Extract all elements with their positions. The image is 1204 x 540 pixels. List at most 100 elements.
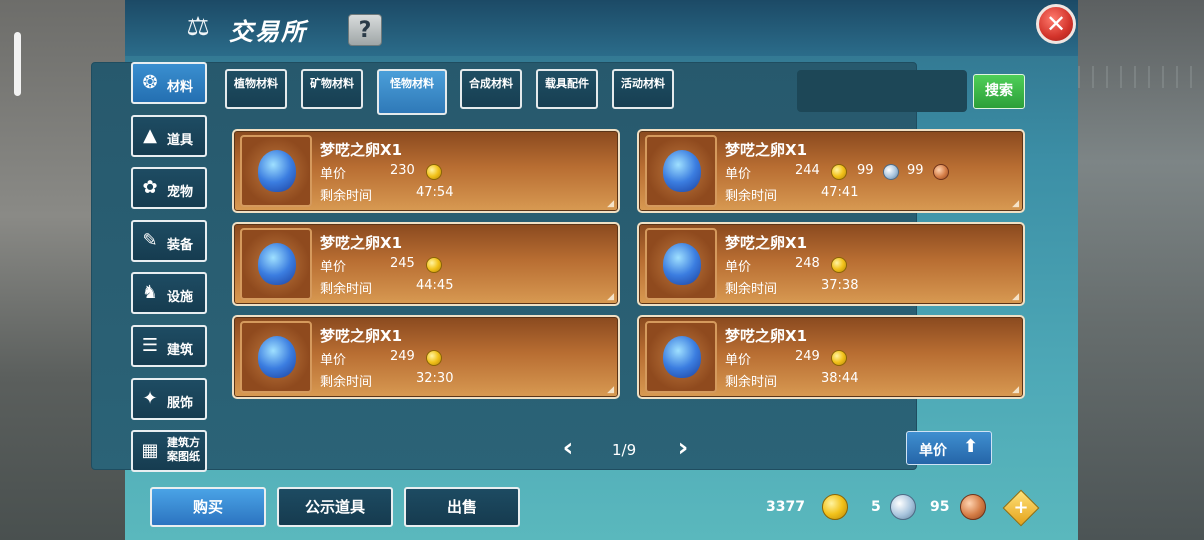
price-label: 单价	[320, 167, 347, 182]
price-gold: 244	[795, 163, 820, 178]
category-clothing[interactable]: ✦ 服饰	[131, 378, 207, 420]
page-title: 交易所	[229, 18, 307, 46]
corner-mark-icon: ◢	[1012, 199, 1019, 209]
category-equipment[interactable]: ✎ 装备	[131, 220, 207, 262]
category-label: 宠物	[167, 185, 194, 200]
item-thumbnail	[645, 228, 717, 300]
prev-page-icon[interactable]: ‹	[559, 435, 577, 461]
listing-card[interactable]: 梦呓之卵X1 单价 剩余时间 249 32:30 ◢	[232, 315, 620, 399]
next-page-icon[interactable]: ›	[674, 435, 692, 461]
category-label: 建筑	[167, 343, 194, 358]
search-input[interactable]	[797, 70, 967, 112]
category-label: 建筑方案图纸	[167, 436, 200, 463]
category-label: 材料	[167, 80, 194, 95]
help-button[interactable]: ?	[348, 14, 382, 46]
listing-card[interactable]: 梦呓之卵X1 单价 剩余时间 249 38:44 ◢	[637, 315, 1025, 399]
category-label: 设施	[167, 290, 194, 305]
item-name: 梦呓之卵X1	[320, 141, 403, 159]
tab-5[interactable]: 载具配件	[536, 69, 598, 109]
tab-4[interactable]: 合成材料	[460, 69, 522, 109]
plus-icon: +	[1013, 497, 1029, 518]
copper-balance: 95	[930, 499, 950, 515]
copper-coin-icon	[960, 494, 986, 520]
listing-card[interactable]: 梦呓之卵X1 单价 剩余时间 248 37:38 ◢	[637, 222, 1025, 306]
price-label: 单价	[725, 167, 752, 182]
item-name: 梦呓之卵X1	[725, 234, 808, 252]
gold-balance: 3377	[766, 499, 805, 515]
listing-card[interactable]: 梦呓之卵X1 单价剩余时间 230 47:54 ◢	[232, 129, 620, 213]
item-thumbnail	[240, 228, 312, 300]
item-name: 梦呓之卵X1	[320, 327, 403, 345]
side-handle[interactable]	[14, 32, 21, 96]
tab-1[interactable]: 植物材料	[225, 69, 287, 109]
sell-button[interactable]: 出售	[404, 487, 520, 527]
silver-coin-icon	[883, 164, 899, 180]
price-label: 单价	[725, 260, 752, 275]
tab-6[interactable]: 活动材料	[612, 69, 674, 109]
facility-icon: ♞	[141, 282, 159, 303]
category-paw[interactable]: ✿ 宠物	[131, 167, 207, 209]
page-indicator: 1/9	[612, 441, 637, 459]
time-left-value: 38:44	[821, 371, 859, 386]
corner-mark-icon: ◢	[607, 292, 614, 302]
item-thumbnail	[240, 321, 312, 393]
category-building[interactable]: ☰ 建筑	[131, 325, 207, 367]
silver-coin-icon	[890, 494, 916, 520]
game-screen: ⚖ 交易所 ? ✕ ❂ 材料 ▲ 道具 ✿ 宠物 ✎ 装备 ♞ 设施 ☰ 建筑 ✦ 服饰 ▦ 建筑方案图纸 植…	[0, 0, 1204, 540]
dream-egg-icon	[663, 243, 701, 285]
gold-coin-icon	[426, 350, 442, 366]
building-icon: ☰	[141, 335, 159, 356]
search-button[interactable]: 搜索	[973, 74, 1025, 109]
dream-egg-icon	[663, 336, 701, 378]
scales-icon: ⚖	[186, 12, 210, 42]
item-name: 梦呓之卵X1	[725, 327, 808, 345]
sort-by-price-button[interactable]: 单价 ⬆	[906, 431, 992, 465]
gold-coin-icon	[831, 257, 847, 273]
category-label: 装备	[167, 238, 194, 253]
category-blueprint[interactable]: ▦ 建筑方案图纸	[131, 430, 207, 472]
item-name: 梦呓之卵X1	[725, 141, 808, 159]
time-left-value: 47:54	[416, 185, 454, 200]
close-button[interactable]: ✕	[1036, 4, 1076, 44]
paw-icon: ✿	[142, 177, 158, 198]
blueprint-icon: ▦	[141, 440, 159, 461]
sort-arrow-icon: ⬆	[963, 436, 979, 457]
buy-button[interactable]: 购买	[150, 487, 266, 527]
tab-2[interactable]: 矿物材料	[301, 69, 363, 109]
public-items-button[interactable]: 公示道具	[277, 487, 393, 527]
gold-coin-icon	[426, 164, 442, 180]
dream-egg-icon	[258, 243, 296, 285]
price-label: 单价	[320, 260, 347, 275]
category-facility[interactable]: ♞ 设施	[131, 272, 207, 314]
time-left-value: 37:38	[821, 278, 859, 293]
time-left-label: 剩余时间	[725, 189, 778, 204]
corner-mark-icon: ◢	[1012, 385, 1019, 395]
category-label: 服饰	[167, 396, 194, 411]
gold-coin-icon	[831, 164, 847, 180]
price-gold: 249	[795, 349, 820, 364]
time-left-label: 剩余时间	[320, 189, 373, 204]
time-left-value: 32:30	[416, 371, 454, 386]
price-copper: 99	[907, 163, 924, 178]
category-potion[interactable]: ▲ 道具	[131, 115, 207, 157]
time-left-label: 剩余时间	[725, 282, 778, 297]
price-silver: 99	[857, 163, 874, 178]
category-materials[interactable]: ❂ 材料	[131, 62, 207, 104]
price-gold: 230	[390, 163, 415, 178]
clothing-icon: ✦	[142, 388, 158, 409]
gold-coin-icon	[426, 257, 442, 273]
price-gold: 245	[390, 256, 415, 271]
category-label: 道具	[167, 133, 194, 148]
listing-card[interactable]: 梦呓之卵X1 单价 剩余时间 245 44:45 ◢	[232, 222, 620, 306]
price-label: 单价	[320, 353, 347, 368]
potion-icon: ▲	[143, 125, 157, 146]
tab-3[interactable]: 怪物材料	[377, 69, 447, 115]
item-thumbnail	[240, 135, 312, 207]
corner-mark-icon: ◢	[607, 199, 614, 209]
equipment-icon: ✎	[142, 230, 158, 251]
corner-mark-icon: ◢	[1012, 292, 1019, 302]
time-left-value: 44:45	[416, 278, 454, 293]
listing-card[interactable]: 梦呓之卵X1 单价 剩余时间 244 99 99 47:41 ◢	[637, 129, 1025, 213]
gold-coin-icon	[831, 350, 847, 366]
item-thumbnail	[645, 135, 717, 207]
